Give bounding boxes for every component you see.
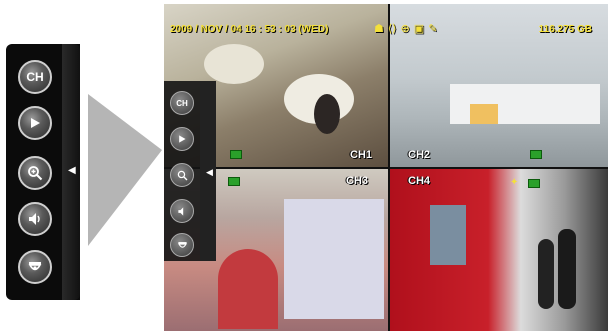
audio-button[interactable] (170, 199, 194, 223)
train-window-shape (430, 205, 466, 265)
dome-camera-icon (177, 241, 187, 248)
speaker-icon (177, 206, 183, 216)
dvr-live-view: CH1 CH2 CH3 ✦ CH4 2009 / NOV / 04 16 : 5… (164, 4, 608, 331)
record-indicator-icon (528, 179, 540, 188)
zoom-status-icon: ⊕ (400, 23, 410, 35)
zoom-icon (177, 170, 187, 180)
panel-shape (470, 104, 498, 124)
key-icon: ✎ (428, 23, 438, 35)
record-indicator-icon (530, 150, 542, 159)
record-indicator-icon (228, 177, 240, 186)
ptz-button[interactable] (18, 250, 52, 284)
person-shape (558, 229, 576, 309)
network-icon: ⟨⟩ (387, 23, 397, 35)
motion-icon: ✦ (510, 177, 519, 188)
zoom-button[interactable] (18, 156, 52, 190)
usb-icon: ▣ (413, 23, 425, 35)
datetime-display: 2009 / NOV / 04 16 : 53 : 03 (WED) (170, 24, 329, 35)
zoom-callout-wedge (88, 94, 162, 246)
play-button[interactable] (18, 106, 52, 140)
collapse-arrow-icon[interactable]: ◀ (206, 167, 213, 178)
channel-button[interactable]: CH (18, 60, 52, 94)
play-icon (179, 135, 186, 143)
audio-button[interactable] (18, 202, 52, 236)
zoom-button[interactable] (170, 163, 194, 187)
play-button[interactable] (170, 127, 194, 151)
table-shape (204, 44, 264, 84)
enlarged-quick-toolbar: CH ◀ (6, 44, 80, 300)
camera-label: CH1 (349, 149, 372, 161)
channel-button[interactable]: CH (170, 91, 194, 115)
record-indicator-icon (230, 150, 242, 159)
quick-toolbar: CH ◀ (164, 81, 216, 261)
camera-label: CH3 (345, 175, 368, 187)
camera-label: CH4 (408, 175, 431, 187)
speaker-icon (29, 213, 40, 225)
person-shape (538, 239, 554, 309)
hdd-capacity: 116.275 GB (538, 24, 592, 35)
person-shape (314, 94, 340, 134)
shelf-shape (284, 199, 384, 319)
camera-view-ch4[interactable]: ✦ CH4 (390, 169, 608, 331)
dome-camera-icon (28, 262, 42, 271)
zoom-icon (28, 166, 43, 181)
user-icon: ☗ (374, 23, 384, 35)
status-icons: ☗ ⟨⟩ ⊕ ▣ ✎ (374, 22, 437, 35)
camera-label: CH2 (408, 149, 431, 161)
play-icon (31, 118, 40, 128)
ptz-button[interactable] (170, 233, 194, 257)
collapse-arrow-icon[interactable]: ◀ (68, 166, 76, 176)
display-stand-shape (218, 249, 278, 329)
